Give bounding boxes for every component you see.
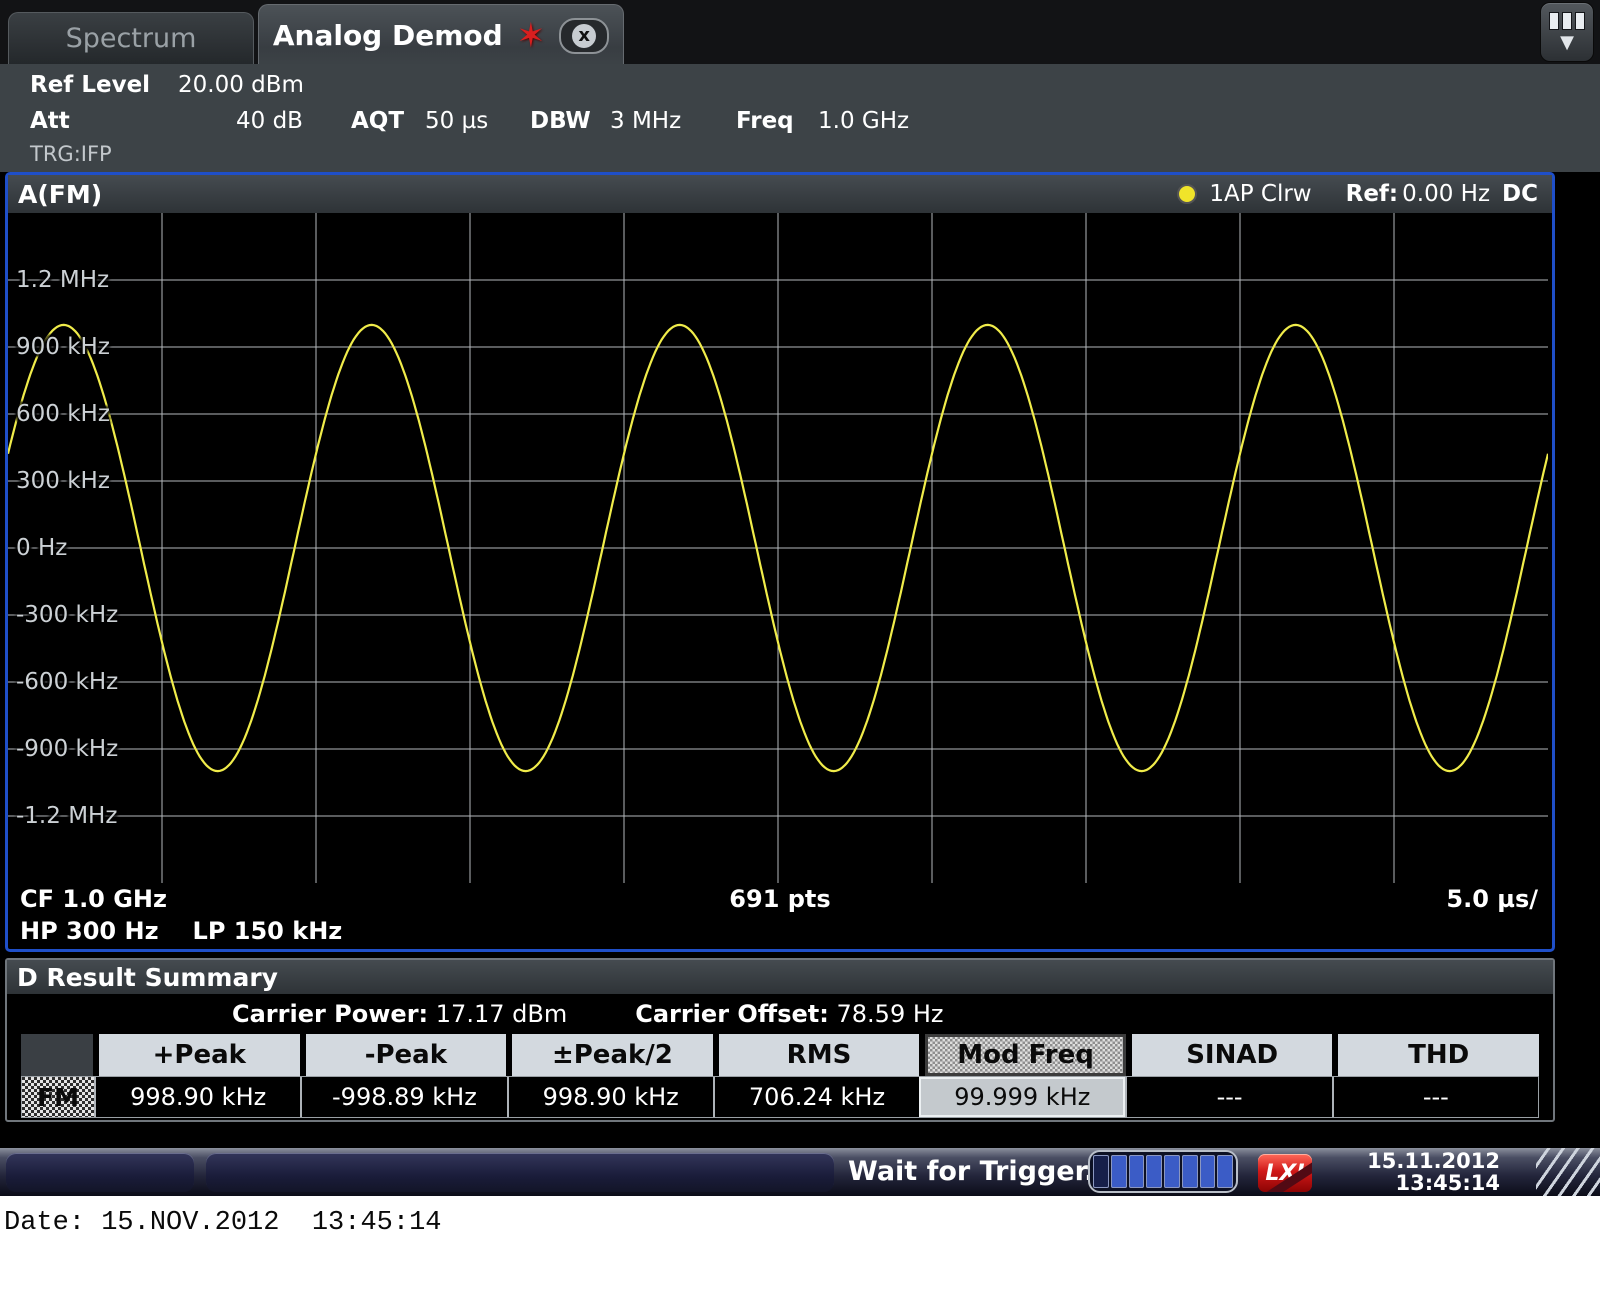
export-date-text: Date: 15.NOV.2012 13:45:14 <box>4 1208 441 1238</box>
result-summary-title: D Result Summary <box>17 963 278 992</box>
column-header--peak[interactable]: +Peak <box>99 1034 300 1076</box>
chart-footer: CF 1.0 GHz 691 pts 5.0 µs/ HP 300 Hz LP … <box>8 883 1552 949</box>
column-header-rms[interactable]: RMS <box>719 1034 920 1076</box>
ref-level-value[interactable]: 20.00 dBm <box>178 72 304 98</box>
status-date: 15.11.2012 <box>1367 1150 1500 1172</box>
carrier-info-row: Carrier Power: 17.17 dBm Carrier Offset:… <box>7 996 1553 1032</box>
dbw-value[interactable]: 3 MHz <box>610 108 681 134</box>
progress-segment <box>1111 1155 1127 1188</box>
y-axis-tick-label: -300 kHz <box>16 602 118 628</box>
result-value-rms[interactable]: 706.24 kHz <box>713 1077 919 1117</box>
att-label: Att <box>30 108 70 134</box>
trigger-status: TRG:IFP <box>30 142 112 166</box>
fm-trace-chart: 1.2 MHz 900 kHz 600 kHz 300 kHz 0 Hz -300 kHz… <box>8 213 1548 883</box>
aqt-label: AQT <box>351 108 404 134</box>
measurement-progress-bar <box>1088 1150 1238 1193</box>
result-table: +Peak-Peak±Peak/2RMSMod FreqSINADTHD FM9… <box>21 1034 1539 1118</box>
lxi-logo-icon: LXI <box>1258 1154 1312 1192</box>
instrument-screen: Spectrum Analog Demod ✶ x ▼ Ref Level 20… <box>0 0 1600 1196</box>
y-axis-tick-label: -1.2 MHz <box>16 803 117 829</box>
result-summary-window[interactable]: D Result Summary Carrier Power: 17.17 dB… <box>5 958 1555 1122</box>
tab-bar: Spectrum Analog Demod ✶ x ▼ <box>0 0 1600 64</box>
sweep-points: 691 pts <box>8 885 1552 913</box>
result-table-header: +Peak-Peak±Peak/2RMSMod FreqSINADTHD <box>21 1034 1539 1076</box>
att-value[interactable]: 40 dB <box>236 108 303 134</box>
result-value-sinad[interactable]: --- <box>1125 1077 1331 1117</box>
progress-segment <box>1200 1155 1216 1188</box>
y-axis-tick-label: 0 Hz <box>16 535 67 561</box>
status-bar: Wait for Trigger... LXI 15.11.2012 13:45… <box>0 1148 1600 1196</box>
tab-spectrum[interactable]: Spectrum <box>8 12 254 64</box>
ref-label: Ref: <box>1346 181 1399 207</box>
tab-analog-demod[interactable]: Analog Demod ✶ x <box>258 4 624 66</box>
carrier-offset-label: Carrier Offset: <box>635 1000 829 1028</box>
trace1-marker-icon <box>1177 184 1197 204</box>
freq-value[interactable]: 1.0 GHz <box>818 108 909 134</box>
tab-spectrum-label: Spectrum <box>66 23 197 54</box>
result-value-thd[interactable]: --- <box>1332 1077 1538 1117</box>
aqt-value[interactable]: 50 µs <box>425 108 488 134</box>
column-header-mod-freq[interactable]: Mod Freq <box>925 1034 1126 1076</box>
result-value--peak[interactable]: -998.89 kHz <box>300 1077 506 1117</box>
y-axis-tick-label: 300 kHz <box>16 468 110 494</box>
progress-segment <box>1093 1155 1109 1188</box>
y-axis-tick-label: -900 kHz <box>16 736 118 762</box>
datetime-display: 15.11.2012 13:45:14 <box>1367 1150 1500 1194</box>
column-header--peak-2[interactable]: ±Peak/2 <box>512 1034 713 1076</box>
carrier-offset-value: 78.59 Hz <box>837 1000 944 1028</box>
row-label-fm[interactable]: FM <box>22 1077 94 1117</box>
smartgrid-button[interactable]: ▼ <box>1540 2 1594 62</box>
result-summary-titlebar: D Result Summary <box>7 960 1553 994</box>
dbw-label: DBW <box>530 108 591 134</box>
ref-value: 0.00 Hz <box>1402 181 1490 207</box>
softkey-panel-large <box>206 1153 834 1192</box>
progress-segment <box>1146 1155 1162 1188</box>
resize-grip-icon[interactable] <box>1536 1148 1600 1196</box>
result-table-row: FM998.90 kHz-998.89 kHz998.90 kHz706.24 … <box>21 1076 1539 1118</box>
progress-segment <box>1217 1155 1233 1188</box>
status-message: Wait for Trigger... <box>848 1156 1115 1187</box>
coupling-indicator: DC <box>1502 181 1538 207</box>
modified-star-icon: ✶ <box>517 19 546 53</box>
result-value--peak[interactable]: 998.90 kHz <box>94 1077 300 1117</box>
freq-label: Freq <box>736 108 794 134</box>
result-value-mod-freq[interactable]: 99.999 kHz <box>919 1077 1125 1117</box>
fm-window-titlebar: A(FM) 1AP Clrw Ref: 0.00 Hz DC <box>8 175 1552 213</box>
trace-legend: 1AP Clrw <box>1209 181 1311 207</box>
time-per-division: 5.0 µs/ <box>1446 885 1538 913</box>
highpass-filter: HP 300 Hz <box>20 917 159 945</box>
fm-trace-window[interactable]: A(FM) 1AP Clrw Ref: 0.00 Hz DC 1.2 MHz 90… <box>5 172 1555 952</box>
chevron-down-icon: ▼ <box>1560 34 1574 52</box>
window-list-icon <box>1549 12 1585 30</box>
progress-segment <box>1182 1155 1198 1188</box>
column-header-thd[interactable]: THD <box>1338 1034 1539 1076</box>
softkey-panel-small <box>6 1153 194 1192</box>
status-time: 13:45:14 <box>1367 1172 1500 1194</box>
ref-level-label: Ref Level <box>30 72 150 98</box>
y-axis-tick-label: 1.2 MHz <box>16 267 109 293</box>
y-axis-tick-label: 600 kHz <box>16 401 110 427</box>
progress-segment <box>1164 1155 1180 1188</box>
close-icon: x <box>572 24 596 48</box>
window-title: A(FM) <box>18 180 102 209</box>
close-tab-button[interactable]: x <box>559 18 609 54</box>
column-header--peak[interactable]: -Peak <box>306 1034 507 1076</box>
y-axis-tick-label: 900 kHz <box>16 334 110 360</box>
column-header-sinad[interactable]: SINAD <box>1132 1034 1333 1076</box>
carrier-power-value: 17.17 dBm <box>436 1000 567 1028</box>
progress-segment <box>1129 1155 1145 1188</box>
lowpass-filter: LP 150 kHz <box>193 917 343 945</box>
carrier-power-label: Carrier Power: <box>232 1000 428 1028</box>
result-value--peak-2[interactable]: 998.90 kHz <box>507 1077 713 1117</box>
y-axis-tick-label: -600 kHz <box>16 669 118 695</box>
tab-analog-demod-label: Analog Demod <box>273 19 503 52</box>
settings-header: Ref Level 20.00 dBm Att 40 dB AQT 50 µs … <box>0 64 1600 172</box>
result-table-corner-cell <box>21 1034 93 1076</box>
